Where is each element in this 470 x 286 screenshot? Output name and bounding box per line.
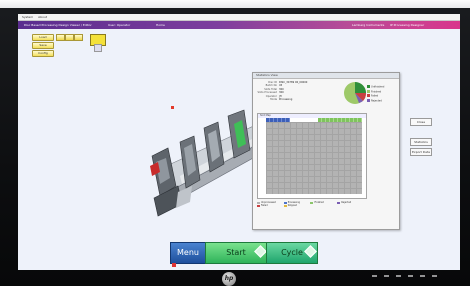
menu-button[interactable]: Menu [170,242,206,264]
legend-swatch [367,85,370,88]
screen: System About Disc Based Processing Desig… [18,14,460,270]
menu-item-about[interactable]: About [38,15,47,19]
config-button[interactable]: Config [32,50,54,57]
legend-swatch [367,89,370,93]
panel-title: Statistics View [253,73,399,79]
legend-label: Failed [261,204,268,208]
save-button[interactable]: Save [32,42,54,49]
slot-grid[interactable] [266,122,362,194]
pie-slice-unfinished [355,82,366,93]
legend-swatch [367,94,370,97]
monitor-button[interactable] [396,275,401,277]
monitor-button[interactable] [432,275,437,277]
info-label: Mode [270,98,277,102]
legend-swatch [337,201,341,204]
legend-label: Failed [371,94,379,98]
legend-item: Skipped [283,204,310,208]
slot-map-legend: Unprocessed Processing Finished Rejected… [257,201,365,207]
cycle-label: Cycle [281,248,303,257]
statistics-button[interactable]: Statistics [410,138,432,146]
legend-swatch [283,201,287,204]
legend-swatch [257,204,260,207]
mode-label: Home [156,23,165,27]
load-button[interactable]: Load [32,34,54,41]
close-button[interactable]: Close [410,118,432,126]
legend-item: Rejected [337,201,363,204]
info-list: Disc ID DISC_34789 00_00000 Batch No 45 Sl… [257,81,308,101]
legend-label: Skipped [287,204,297,208]
app-title: Disc Based Processing Design Viewer / Ed… [24,23,92,27]
slot-map: Slot Map [257,113,367,199]
monitor-button[interactable] [372,275,377,277]
wall-background [0,0,470,8]
pie-chart [344,82,367,104]
title-bar: Disc Based Processing Design Viewer / Ed… [18,21,460,29]
monitor-bezel: System About Disc Based Processing Desig… [0,0,470,286]
user-label: User: Operator [108,23,131,27]
legend-item: Failed [257,204,283,207]
legend-swatch [283,204,287,207]
alarm-indicator [172,263,176,267]
monitor-button[interactable] [408,275,413,277]
info-value: Processing [279,98,293,102]
app-subtitle: IP Processing Designer [390,23,425,27]
brand-label: Lamberg Instruments [352,23,385,27]
menu-bar: System About [18,14,460,21]
legend-swatch [367,98,370,102]
export-data-button[interactable]: Export Data [410,148,432,156]
legend-label: Rejected [341,201,352,204]
legend-item: Rejected [367,98,384,104]
pie-legend: Unfinished Finished Failed Rejected [367,85,384,103]
legend-swatch [257,201,260,204]
start-label: Start [226,248,246,257]
legend-item: Finished [310,201,336,204]
monitor-button[interactable] [384,275,389,277]
menu-item-system[interactable]: System [22,15,33,19]
legend-label: Finished [371,90,382,93]
bottom-control-bar: Menu Start Cycle [170,242,318,264]
hp-logo-icon: hp [222,272,236,286]
monitor-button[interactable] [420,275,425,277]
info-row: Mode Processing [257,98,307,101]
status-icon [94,44,102,52]
toolbar-small-button[interactable] [74,34,83,41]
legend-label: Rejected [371,99,382,102]
legend-label: Finished [314,201,324,204]
toolbar-small-button[interactable] [56,34,65,41]
toolbar-small-button[interactable] [65,34,74,41]
legend-label: Unfinished [371,85,385,89]
statistics-panel: Statistics View Disc ID DISC_34789 00_000… [252,72,400,230]
info-value: DISC_34789 00_00000 [279,81,308,84]
